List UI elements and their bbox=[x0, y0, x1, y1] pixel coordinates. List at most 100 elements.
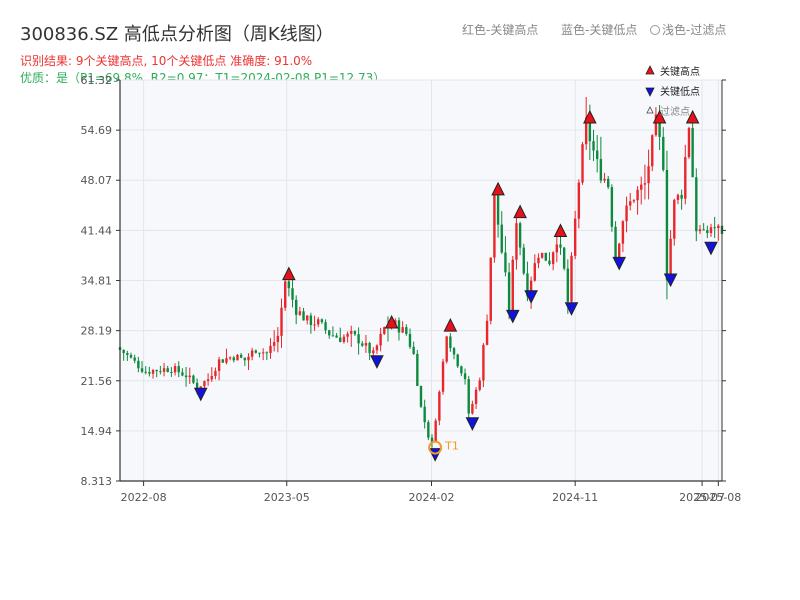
candle-body bbox=[551, 252, 555, 265]
y-tick-label: 14.94 bbox=[81, 425, 113, 438]
candle-body bbox=[643, 183, 647, 185]
candle-body bbox=[555, 244, 559, 253]
candle-body bbox=[621, 221, 625, 244]
legend-high-icon bbox=[645, 65, 655, 75]
candle-body bbox=[247, 356, 250, 361]
candle-body bbox=[313, 324, 316, 326]
candle-body bbox=[357, 334, 360, 344]
candle-body bbox=[496, 192, 500, 225]
candle-body bbox=[463, 373, 467, 380]
candle-body bbox=[401, 327, 404, 333]
candle-body bbox=[361, 343, 364, 346]
candle-body bbox=[331, 335, 335, 337]
candle-body bbox=[478, 380, 481, 390]
candle-body bbox=[592, 141, 595, 151]
candle-body bbox=[636, 189, 639, 201]
candle-body bbox=[129, 354, 133, 358]
t1-label: T1 bbox=[444, 440, 459, 453]
x-tick-label: 2022-08 bbox=[121, 491, 167, 504]
candle-body bbox=[441, 361, 445, 392]
candle-body bbox=[570, 255, 573, 302]
candle-body bbox=[482, 344, 485, 381]
candle-body bbox=[548, 260, 551, 265]
candle-body bbox=[346, 333, 349, 337]
candle-body bbox=[162, 368, 166, 372]
candle-body bbox=[673, 199, 676, 239]
candle-body bbox=[467, 379, 470, 414]
candle-body bbox=[717, 225, 720, 229]
x-tick-label: 2024-02 bbox=[409, 491, 455, 504]
candle-body bbox=[397, 320, 401, 333]
candle-body bbox=[687, 128, 691, 158]
candle-body bbox=[184, 375, 188, 378]
candle-body bbox=[342, 336, 346, 342]
candle-body bbox=[544, 252, 548, 261]
candle-body bbox=[438, 391, 441, 421]
candle-body bbox=[228, 357, 232, 359]
candle-body bbox=[629, 201, 632, 206]
candle-body bbox=[214, 370, 217, 377]
candle-body bbox=[449, 336, 452, 349]
candle-body bbox=[317, 319, 320, 325]
candle-body bbox=[684, 157, 687, 199]
y-tick-label: 61.32 bbox=[81, 74, 113, 87]
candle-body bbox=[713, 227, 716, 229]
candle-body bbox=[140, 368, 144, 372]
candle-body bbox=[504, 252, 507, 273]
candle-body bbox=[364, 342, 368, 346]
candle-body bbox=[706, 230, 709, 234]
candle-body bbox=[306, 315, 309, 321]
candle-body bbox=[577, 182, 581, 219]
candle-body bbox=[489, 257, 492, 321]
candle-body bbox=[632, 200, 636, 202]
candle-body bbox=[151, 369, 155, 374]
candle-body bbox=[206, 379, 210, 382]
candle-body bbox=[155, 369, 158, 372]
candle-body bbox=[144, 371, 147, 373]
candle-body bbox=[445, 336, 448, 362]
candle-body bbox=[607, 178, 610, 188]
candle-body bbox=[537, 257, 540, 264]
y-tick-label: 54.69 bbox=[81, 124, 113, 137]
legend-high-label: 关键高点 bbox=[660, 65, 700, 78]
candle-body bbox=[269, 345, 272, 353]
candle-body bbox=[280, 307, 283, 336]
candle-body bbox=[339, 337, 342, 342]
candle-body bbox=[291, 288, 294, 300]
candle-body bbox=[610, 187, 614, 227]
candle-body bbox=[640, 184, 643, 190]
candle-body bbox=[665, 169, 669, 281]
candle-body bbox=[368, 342, 371, 354]
candle-body bbox=[309, 315, 313, 326]
candle-body bbox=[485, 320, 489, 345]
candle-body bbox=[210, 376, 213, 380]
candle-body bbox=[283, 281, 287, 308]
candle-body bbox=[709, 227, 713, 234]
candle-body bbox=[500, 224, 503, 253]
candle-body bbox=[265, 352, 269, 354]
candle-body bbox=[614, 226, 617, 260]
candle-body bbox=[702, 229, 705, 231]
candle-body bbox=[232, 357, 235, 361]
candle-body bbox=[599, 159, 603, 181]
candle-body bbox=[423, 406, 426, 423]
candle-body bbox=[137, 360, 140, 369]
candle-body bbox=[518, 223, 522, 248]
candle-body bbox=[276, 335, 280, 343]
candle-body bbox=[192, 375, 195, 383]
candle-body bbox=[166, 368, 169, 372]
candle-body bbox=[254, 350, 258, 353]
candle-body bbox=[460, 366, 463, 374]
candle-body bbox=[353, 331, 357, 335]
candle-body bbox=[375, 345, 379, 351]
candle-body bbox=[427, 422, 430, 438]
x-tick-label: 2024-11 bbox=[552, 491, 598, 504]
candle-body bbox=[261, 352, 265, 354]
x-tick-label: 2025-08 bbox=[695, 491, 741, 504]
candle-body bbox=[511, 259, 514, 312]
candle-body bbox=[328, 330, 331, 336]
candle-body bbox=[416, 353, 419, 386]
candle-body bbox=[456, 354, 459, 367]
candle-body bbox=[651, 135, 654, 167]
candle-body bbox=[412, 346, 415, 354]
